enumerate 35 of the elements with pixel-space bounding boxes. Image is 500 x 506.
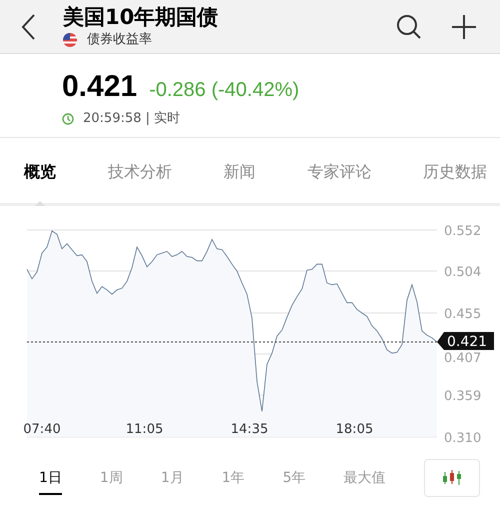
search-icon[interactable] xyxy=(396,14,422,40)
range-tab[interactable]: 1月 xyxy=(160,462,184,494)
axis-label: 0.310 xyxy=(444,431,482,446)
candlestick-button[interactable] xyxy=(424,459,480,497)
tab[interactable]: 新闻 xyxy=(224,140,256,203)
axis-label: 18:05 xyxy=(336,422,374,437)
candlestick-icon xyxy=(441,470,463,486)
back-icon[interactable] xyxy=(20,12,36,40)
price-change: -0.286 (-40.42%) xyxy=(149,78,300,103)
range-tab[interactable]: 1日 xyxy=(39,462,62,494)
ref-line-label: 0.421 xyxy=(447,334,488,350)
tab[interactable]: 专家评论 xyxy=(307,140,372,203)
clock-icon xyxy=(62,112,74,125)
tab[interactable]: 技术分析 xyxy=(108,140,172,203)
range-tab[interactable]: 5年 xyxy=(282,462,306,494)
axis-label: 14:35 xyxy=(230,422,268,437)
axis-label: 0.359 xyxy=(444,389,482,404)
range-tab[interactable]: 1周 xyxy=(100,462,123,494)
axis-label: 0.455 xyxy=(444,306,482,322)
axis-label: 0.552 xyxy=(444,224,482,239)
add-icon[interactable] xyxy=(452,14,476,38)
tab[interactable]: 历史数据 xyxy=(423,140,487,203)
axis-label: 11:05 xyxy=(126,422,164,437)
update-time: 20:59:58 | 实时 xyxy=(83,110,180,128)
subtitle: 债券收益率 xyxy=(87,30,152,49)
axis-label: 0.504 xyxy=(444,265,482,280)
price: 0.421 xyxy=(62,70,138,104)
page-title: 美国10年期国债 xyxy=(63,4,220,30)
range-tab[interactable]: 最大值 xyxy=(344,462,386,494)
flag-icon xyxy=(63,32,77,46)
tab[interactable]: 概览 xyxy=(24,140,56,203)
current-price-tag: 0.421 xyxy=(437,332,494,350)
axis-label: 0.407 xyxy=(444,351,482,366)
axis-label: 07:40 xyxy=(23,422,61,437)
range-tab[interactable]: 1年 xyxy=(222,462,245,494)
